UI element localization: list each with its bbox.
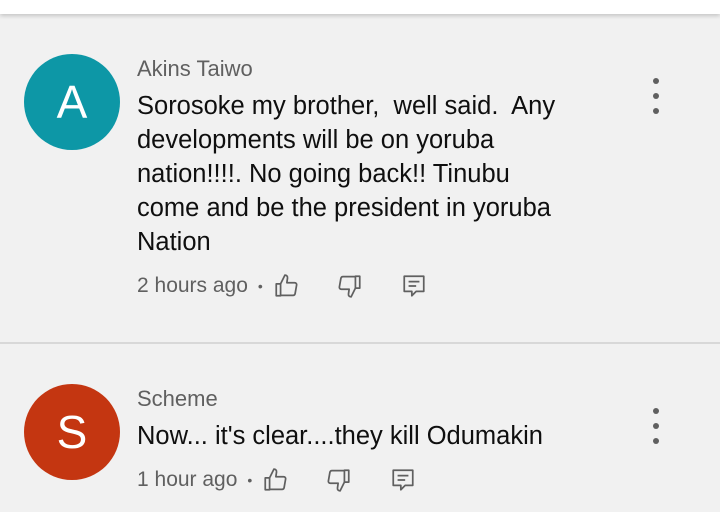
more-options-icon [653, 78, 659, 84]
reply-icon [403, 275, 425, 297]
like-icon [264, 468, 287, 491]
comment-text-line: Sorosoke my brother, well said. Any [137, 92, 556, 120]
dislike-icon [338, 275, 361, 298]
meta-separator: • [247, 472, 253, 488]
reply-icon [392, 469, 414, 491]
dislike-button[interactable] [336, 272, 364, 300]
more-options-button[interactable] [651, 78, 661, 114]
comment-text-line: developments will be on yoruba [137, 126, 495, 154]
comment-text-line: come and be the president in yoruba [137, 194, 551, 222]
meta-separator: • [257, 278, 263, 294]
comment-text-line: Nation [137, 228, 211, 256]
comment-item: A Akins Taiwo Sorosoke my brother, well … [0, 14, 720, 342]
comment-text-line: Now... it's clear....they kill Odumakin [137, 422, 543, 450]
dislike-icon [327, 469, 350, 492]
comment-author[interactable]: Akins Taiwo [137, 56, 253, 82]
like-button[interactable] [272, 272, 300, 300]
comment-timestamp: 2 hours ago [137, 274, 248, 297]
top-bar [0, 0, 720, 14]
like-icon [275, 274, 298, 297]
comment-meta: 2 hours ago • [137, 271, 428, 301]
more-options-icon [653, 438, 659, 444]
avatar[interactable]: A [24, 54, 120, 150]
comment-text-line: nation!!!!. No going back!! Tinubu [137, 160, 510, 188]
more-options-icon [653, 108, 659, 114]
more-options-button[interactable] [651, 408, 661, 444]
comment-timestamp: 1 hour ago [137, 468, 238, 491]
more-options-icon [653, 93, 659, 99]
more-options-icon [653, 423, 659, 429]
reply-button[interactable] [389, 466, 417, 494]
comment-text: Sorosoke my brother, well said. Any deve… [137, 89, 617, 259]
comment-item: S Scheme Now... it's clear....they kill … [0, 344, 720, 512]
reply-button[interactable] [400, 272, 428, 300]
like-button[interactable] [261, 466, 289, 494]
dislike-button[interactable] [325, 466, 353, 494]
comment-text: Now... it's clear....they kill Odumakin [137, 419, 617, 453]
more-options-icon [653, 408, 659, 414]
comment-author[interactable]: Scheme [137, 386, 218, 412]
avatar[interactable]: S [24, 384, 120, 480]
comment-meta: 1 hour ago • [137, 465, 417, 495]
